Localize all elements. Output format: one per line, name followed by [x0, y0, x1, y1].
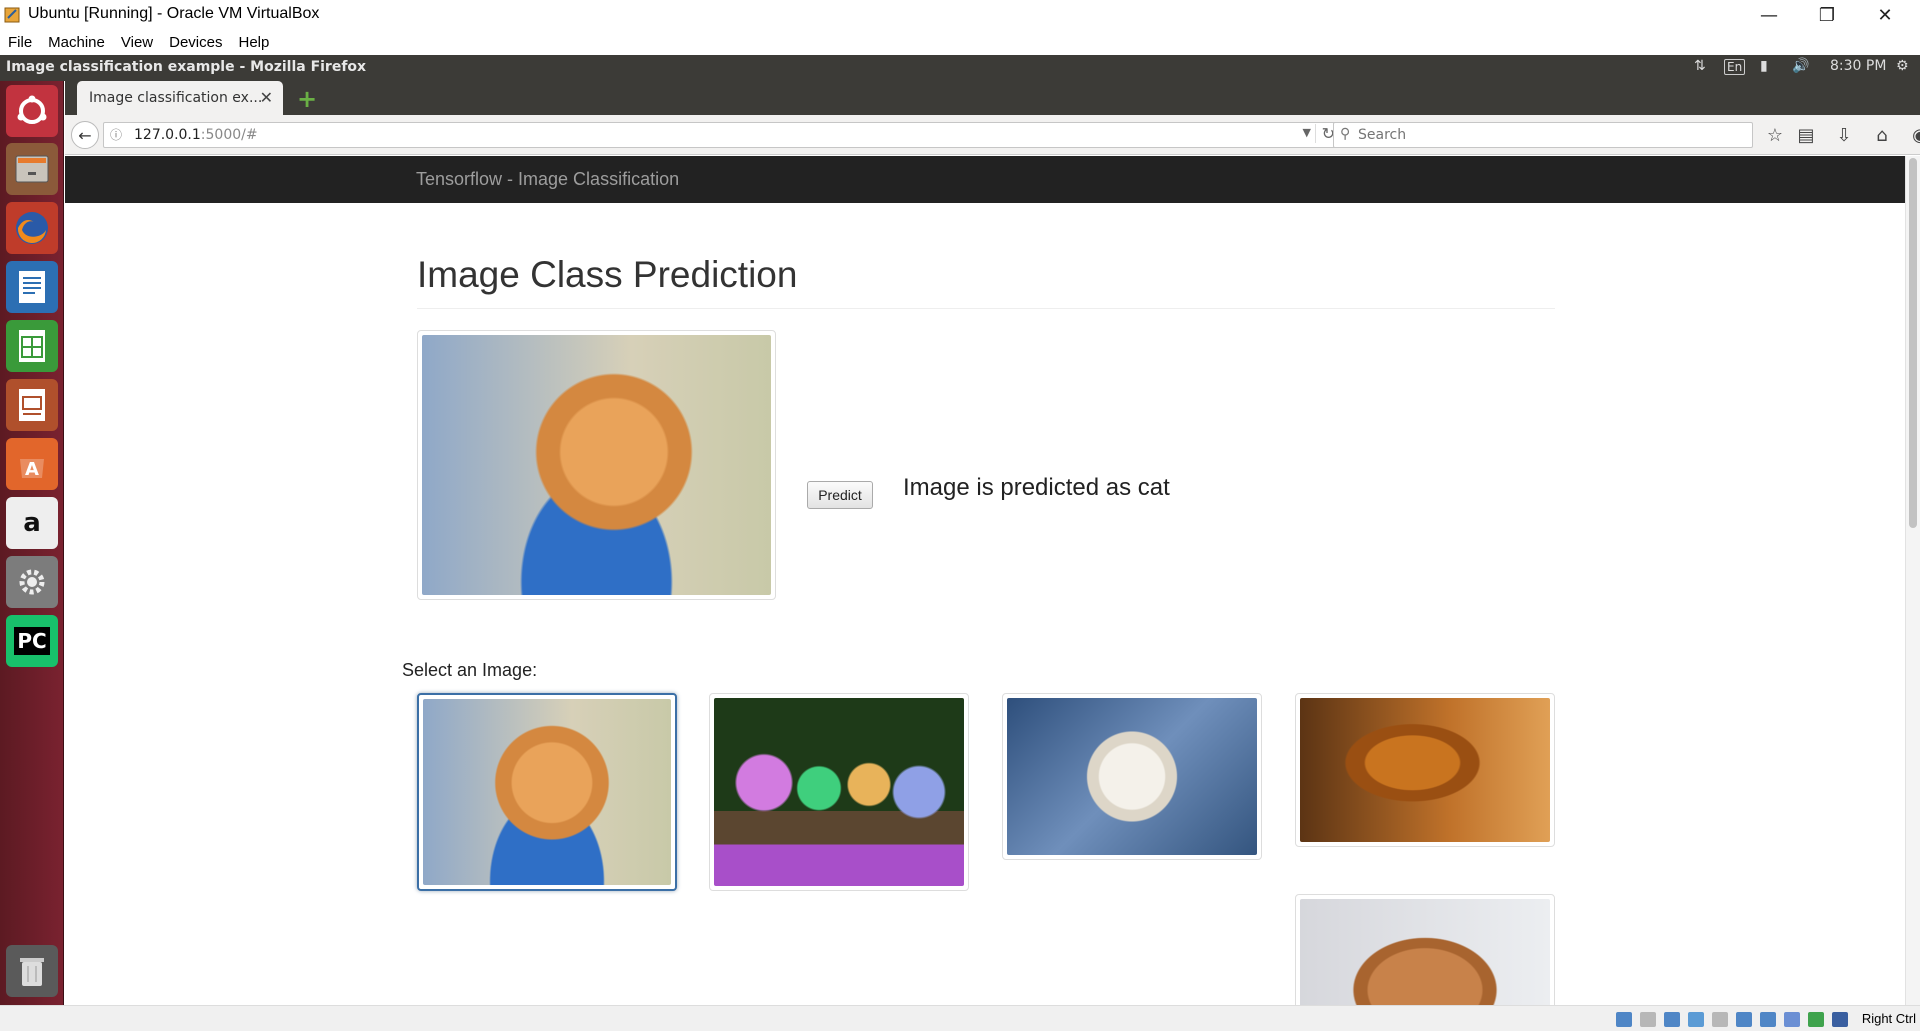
- volume-icon[interactable]: 🔊: [1792, 58, 1809, 74]
- prediction-result: Image is predicted as cat: [903, 474, 1170, 501]
- white-kitten-thumbnail: [1007, 698, 1257, 855]
- colored-kittens-thumbnail: [714, 698, 964, 886]
- clock[interactable]: 8:30 PM: [1830, 58, 1886, 74]
- back-arrow-icon[interactable]: ←: [71, 121, 99, 149]
- url-path: :5000/#: [200, 127, 258, 143]
- system-settings-icon[interactable]: [6, 556, 58, 608]
- url-bar[interactable]: ⓘ 127.0.0.1:5000/# ▼ ↻: [103, 122, 1340, 148]
- unity-launcher: A a PC: [0, 81, 64, 1005]
- search-icon: ⚲: [1340, 126, 1351, 142]
- gallery-image-white-kitten[interactable]: [1002, 693, 1262, 860]
- pycharm-label: PC: [14, 627, 50, 655]
- audio-icon[interactable]: [1664, 1012, 1680, 1027]
- battery-icon[interactable]: ▮: [1760, 58, 1768, 74]
- virtualbox-menubar: File Machine View Devices Help: [0, 30, 1920, 55]
- new-tab-plus-icon[interactable]: +: [297, 85, 317, 113]
- title-divider: [417, 308, 1555, 309]
- web-page: Tensorflow - Image Classification Image …: [65, 156, 1905, 1005]
- select-image-label: Select an Image:: [402, 660, 538, 680]
- close-icon[interactable]: ✕: [1856, 0, 1914, 30]
- kitten-photo: [422, 335, 771, 595]
- gallery-image-puppy[interactable]: [1295, 894, 1555, 1005]
- orange-kitten-thumbnail: [423, 699, 671, 885]
- gallery-image-colored-kittens[interactable]: [709, 693, 969, 891]
- ubuntu-dash-icon[interactable]: [6, 85, 58, 137]
- downloads-icon[interactable]: ⇩: [1831, 123, 1857, 147]
- tab-title: Image classification ex...: [89, 90, 263, 106]
- virtualbox-statusbar: Right Ctrl: [0, 1005, 1920, 1031]
- network-icon[interactable]: ⇅: [1694, 58, 1706, 74]
- pocket-icon[interactable]: ◉: [1907, 123, 1920, 147]
- url-history-dropdown-icon[interactable]: ▼: [1303, 126, 1311, 139]
- svg-text:A: A: [25, 459, 39, 480]
- keyboard-layout-indicator[interactable]: En: [1724, 59, 1746, 75]
- menu-file[interactable]: File: [8, 34, 32, 51]
- ubuntu-top-panel: Image classification example - Mozilla F…: [0, 55, 1920, 81]
- shared-folders-icon[interactable]: [1736, 1012, 1752, 1027]
- video-capture-icon[interactable]: [1784, 1012, 1800, 1027]
- settings-gear-icon[interactable]: ⚙: [1896, 58, 1909, 74]
- gallery-image-orange-kitten[interactable]: [417, 693, 677, 891]
- tab-image-classification[interactable]: Image classification ex... ✕: [77, 81, 283, 115]
- impress-icon[interactable]: [6, 379, 58, 431]
- pycharm-icon[interactable]: PC: [6, 615, 58, 667]
- amazon-icon[interactable]: a: [6, 497, 58, 549]
- bookmark-star-icon[interactable]: ☆: [1762, 123, 1788, 147]
- files-icon[interactable]: [6, 143, 58, 195]
- calc-icon[interactable]: [6, 320, 58, 372]
- firefox-icon[interactable]: [6, 202, 58, 254]
- firefox-tabstrip: Image classification ex... ✕ +: [65, 81, 1920, 115]
- golden-retriever-thumbnail: [1300, 698, 1550, 842]
- minimize-icon[interactable]: —: [1740, 0, 1798, 30]
- home-icon[interactable]: ⌂: [1869, 123, 1895, 147]
- display-icon[interactable]: [1760, 1012, 1776, 1027]
- software-center-icon[interactable]: A: [6, 438, 58, 490]
- active-window-title: Image classification example - Mozilla F…: [6, 59, 367, 75]
- writer-icon[interactable]: [6, 261, 58, 313]
- window-title: Ubuntu [Running] - Oracle VM VirtualBox: [28, 5, 320, 22]
- host-key-label: Right Ctrl: [1861, 1011, 1916, 1026]
- gallery-image-golden-retriever[interactable]: [1295, 693, 1555, 847]
- menu-help[interactable]: Help: [238, 34, 269, 51]
- predict-button[interactable]: Predict: [807, 481, 873, 509]
- virtualbox-app-icon: [4, 6, 22, 24]
- preview-image: [417, 330, 776, 600]
- url-text[interactable]: 127.0.0.1:5000/#: [134, 127, 258, 143]
- navbar-brand[interactable]: Tensorflow - Image Classification: [416, 169, 679, 190]
- search-input[interactable]: [1358, 126, 1738, 144]
- url-host: 127.0.0.1: [134, 127, 201, 143]
- reload-icon[interactable]: ↻: [1314, 124, 1335, 143]
- menu-view[interactable]: View: [121, 34, 153, 51]
- menu-machine[interactable]: Machine: [48, 34, 105, 51]
- tab-close-icon[interactable]: ✕: [260, 88, 273, 107]
- search-bar[interactable]: ⚲: [1333, 122, 1753, 148]
- site-navbar: Tensorflow - Image Classification: [65, 156, 1905, 203]
- puppy-thumbnail: [1300, 899, 1550, 1005]
- site-info-icon[interactable]: ⓘ: [110, 126, 126, 142]
- mouse-integration-icon[interactable]: [1832, 1012, 1848, 1027]
- bookmarks-list-icon[interactable]: ▤: [1793, 123, 1819, 147]
- virtualbox-titlebar: Ubuntu [Running] - Oracle VM VirtualBox …: [0, 0, 1920, 30]
- usb-icon[interactable]: [1712, 1012, 1728, 1027]
- firefox-navbar: ← ⓘ 127.0.0.1:5000/# ▼ ↻ ⚲ ☆ ▤ ⇩ ⌂ ◉: [65, 115, 1920, 155]
- optical-drive-icon[interactable]: [1640, 1012, 1656, 1027]
- network-adapter-icon[interactable]: [1688, 1012, 1704, 1027]
- menu-devices[interactable]: Devices: [169, 34, 222, 51]
- restore-icon[interactable]: ❐: [1798, 0, 1856, 30]
- hard-disk-icon[interactable]: [1616, 1012, 1632, 1027]
- trash-icon[interactable]: [6, 945, 58, 997]
- scrollbar-thumb[interactable]: [1909, 158, 1917, 528]
- page-scrollbar[interactable]: [1905, 156, 1920, 1005]
- cpu-icon[interactable]: [1808, 1012, 1824, 1027]
- page-title: Image Class Prediction: [417, 254, 798, 295]
